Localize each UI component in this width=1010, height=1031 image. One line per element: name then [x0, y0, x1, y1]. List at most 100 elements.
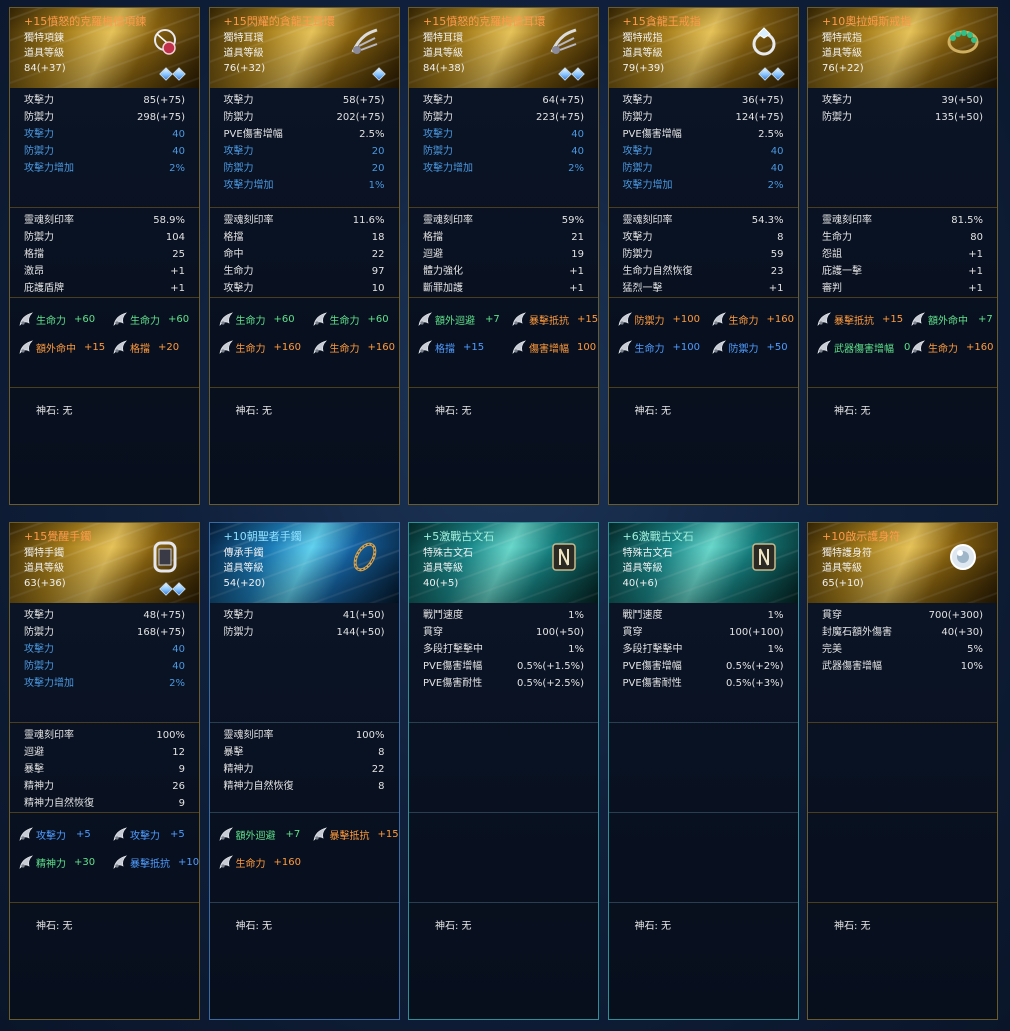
enchant-stone[interactable]: 生命力 +160 — [312, 336, 395, 358]
stat-value: 40(+30) — [941, 627, 983, 638]
enchant-stone[interactable]: 暴擊抵抗 +15 — [511, 308, 598, 330]
enchant-stone[interactable]: 生命力 +160 — [910, 336, 993, 358]
enchant-stone[interactable]: 暴擊抵抗 +10 — [112, 851, 199, 873]
item-tooltip-card[interactable]: +6激戰古文石 特殊古文石 道具等級 40(+6) 戰鬥速度 1% 貫穿 100(+100) 多… — [607, 522, 799, 1020]
enchant-stone[interactable]: 格擋 +15 — [417, 336, 484, 358]
stat-row: 攻擊力增加 2% — [423, 160, 584, 177]
enchant-stone[interactable]: 暴擊抵抗 +15 — [312, 823, 399, 845]
header-text: +6激戰古文石 特殊古文石 道具等級 40(+6) — [623, 529, 694, 591]
enchant-row: 攻擊力 +5 攻擊力 +5 — [18, 823, 208, 851]
manastone-slots — [371, 67, 386, 81]
enchant-stone[interactable]: 生命力 +60 — [112, 308, 189, 330]
enchant-stone[interactable]: 額外迴避 +7 — [218, 823, 300, 845]
wing-stone-icon — [711, 311, 727, 327]
enchant-stone[interactable]: 額外命中 +7 — [910, 308, 993, 330]
godstone-label: 神石: 无 — [235, 921, 273, 932]
soul-stat-value: 9 — [178, 798, 185, 809]
soul-stat-name: 精神力 — [223, 764, 254, 775]
item-name: +15憤怒的克羅梅德項鍊 — [24, 15, 147, 28]
soul-bind-stats: 靈魂刻印率 100% 暴擊 8 精神力 22 精神力自然恢復 8 — [209, 723, 399, 813]
enchant-stone[interactable]: 武器傷害增幅 0 — [816, 336, 910, 358]
stat-value: 40 — [571, 129, 584, 140]
stat-value: 1% — [568, 644, 584, 655]
wing-stone-icon — [218, 826, 234, 842]
enchant-stone[interactable]: 攻擊力 +5 — [112, 823, 185, 845]
wing-stone-icon — [112, 854, 128, 870]
wing-stone-icon — [112, 339, 128, 355]
godstone-section: 神石: 无 — [10, 903, 199, 1013]
item-type: 獨特耳環 — [223, 33, 264, 44]
stat-value: 0.5%(+3%) — [726, 678, 784, 689]
enchant-stone[interactable]: 攻擊力 +5 — [18, 823, 91, 845]
base-stats: 攻擊力 64(+75) 防禦力 223(+75) 攻擊力 40 防禦力 40 攻擊力增加 2% — [409, 88, 598, 208]
item-tooltip-card[interactable]: +10奧拉姆斯戒指 獨特戒指 道具等級 76(+22) 攻擊力 39(+50) 防禦力 135… — [807, 7, 998, 505]
stat-name: 封魔石額外傷害 — [822, 627, 892, 638]
item-name: +15憤怒的克羅梅德耳環 — [423, 15, 546, 28]
stat-value: 100(+50) — [536, 627, 584, 638]
item-tooltip-card[interactable]: +15閃耀的貪龍王耳環 獨特耳環 道具等級 76(+32) 攻擊力 58(+75) 防禦力 2… — [208, 7, 400, 505]
enchant-name: 防禦力 — [634, 315, 665, 327]
soul-stat-name: 靈魂刻印率 — [223, 730, 274, 741]
enchant-name: 攻擊力 — [36, 830, 66, 842]
item-tooltip-card[interactable]: +15憤怒的克羅梅德項鍊 獨特項鍊 道具等級 84(+37) 攻擊力 85(+75) 防禦力… — [9, 7, 200, 505]
item-type: 傳承手鐲 — [223, 548, 264, 559]
wing-stone-icon — [18, 826, 34, 842]
enchant-stone[interactable]: 生命力 +60 — [312, 308, 389, 330]
wing-stone-icon — [112, 826, 128, 842]
stat-value: 223(+75) — [536, 112, 584, 123]
stat-name: 攻擊力 — [24, 610, 54, 621]
soul-stat-value: 12 — [172, 747, 185, 758]
earring-icon — [347, 24, 383, 60]
soul-stat-value: 59 — [770, 249, 784, 260]
stat-value: 2% — [568, 163, 584, 174]
enchant-name: 防禦力 — [728, 343, 759, 355]
stat-row: 防禦力 223(+75) — [423, 109, 584, 126]
item-tooltip-card[interactable]: +10啟示護身符 獨特護身符 道具等級 65(+10) 貫穿 700(+300) 封魔石額外… — [807, 522, 998, 1020]
stat-row: 防禦力 40 — [623, 160, 784, 177]
soul-stat-name: 靈魂刻印率 — [423, 215, 473, 226]
soul-stat-name: 體力強化 — [423, 266, 463, 277]
enchant-value: +160 — [766, 313, 794, 325]
enchant-stone[interactable]: 格擋 +20 — [112, 336, 179, 358]
header-text: +10啟示護身符 獨特護身符 道具等級 65(+10) — [822, 529, 900, 591]
manastone-icon — [371, 67, 386, 81]
stat-name: 戰鬥速度 — [423, 610, 463, 621]
item-tooltip-card[interactable]: +5激戰古文石 特殊古文石 道具等級 40(+5) 戰鬥速度 1% 貫穿 100(+50) 多段… — [408, 522, 599, 1020]
soul-bind-stats: 靈魂刻印率 100% 迴避 12 暴擊 9 精神力 26 精神力自然恢復 9 — [10, 723, 199, 813]
header-text: +15貪龍王戒指 獨特戒指 道具等級 79(+39) — [623, 14, 701, 76]
enchant-stone[interactable]: 生命力 +100 — [617, 336, 700, 358]
enchant-name: 傷害增幅 — [529, 343, 569, 355]
soul-stat-value: 11.6% — [352, 215, 385, 226]
stat-value: 2.5% — [758, 129, 784, 140]
soul-stat-row: 庇護一擊 +1 — [822, 263, 983, 280]
item-tooltip-card[interactable]: +15貪龍王戒指 獨特戒指 道具等級 79(+39) 攻擊力 36(+75) 防禦力 124(… — [607, 7, 799, 505]
enchant-stones — [409, 813, 598, 903]
enchant-value: +7 — [978, 313, 993, 325]
stat-name: 防禦力 — [822, 112, 852, 123]
wing-stone-icon — [312, 311, 328, 327]
enchant-name: 暴擊抵抗 — [329, 830, 370, 842]
enchant-stone[interactable]: 生命力 +160 — [711, 308, 794, 330]
enchant-stone[interactable]: 暴擊抵抗 +15 — [816, 308, 903, 330]
base-stats: 攻擊力 58(+75) 防禦力 202(+75) PVE傷害增幅 2.5% 攻擊力 20 防禦力… — [209, 88, 399, 208]
item-header: +15憤怒的克羅梅德項鍊 獨特項鍊 道具等級 84(+37) — [10, 8, 199, 88]
stat-value: 40 — [172, 661, 185, 672]
item-tooltip-card[interactable]: +15憤怒的克羅梅德耳環 獨特耳環 道具等級 84(+38) 攻擊力 64(+75) 防禦力… — [408, 7, 599, 505]
enchant-stone[interactable]: 生命力 +160 — [218, 336, 301, 358]
soul-stat-row: 怨詛 +1 — [822, 246, 983, 263]
enchant-stone[interactable]: 傷害增幅 100 — [511, 336, 596, 358]
item-tooltip-card[interactable]: +15覺醒手鐲 獨特手鐲 道具等級 63(+36) 攻擊力 48(+75) 防禦力 168(+… — [9, 522, 200, 1020]
enchant-stone[interactable]: 生命力 +160 — [218, 851, 301, 873]
enchant-stone[interactable]: 額外迴避 +7 — [417, 308, 500, 330]
enchant-stone[interactable]: 額外命中 +15 — [18, 336, 105, 358]
enchant-stone[interactable]: 精神力 +30 — [18, 851, 95, 873]
enchant-row: 額外迴避 +7 暴擊抵抗 +15 — [218, 823, 408, 851]
enchant-stone[interactable]: 生命力 +60 — [218, 308, 295, 330]
enchant-stone[interactable]: 生命力 +60 — [18, 308, 95, 330]
enchant-stone[interactable]: 防禦力 +50 — [711, 336, 788, 358]
stat-row: PVE傷害增幅 0.5%(+2%) — [623, 658, 784, 675]
enchant-stone[interactable]: 防禦力 +100 — [617, 308, 700, 330]
stat-value: 36(+75) — [741, 95, 784, 106]
item-tooltip-card[interactable]: +10朝聖者手鐲 傳承手鐲 道具等級 54(+20) 攻擊力 41(+50) 防禦力 144(… — [208, 522, 400, 1020]
wing-stone-icon — [816, 339, 832, 355]
